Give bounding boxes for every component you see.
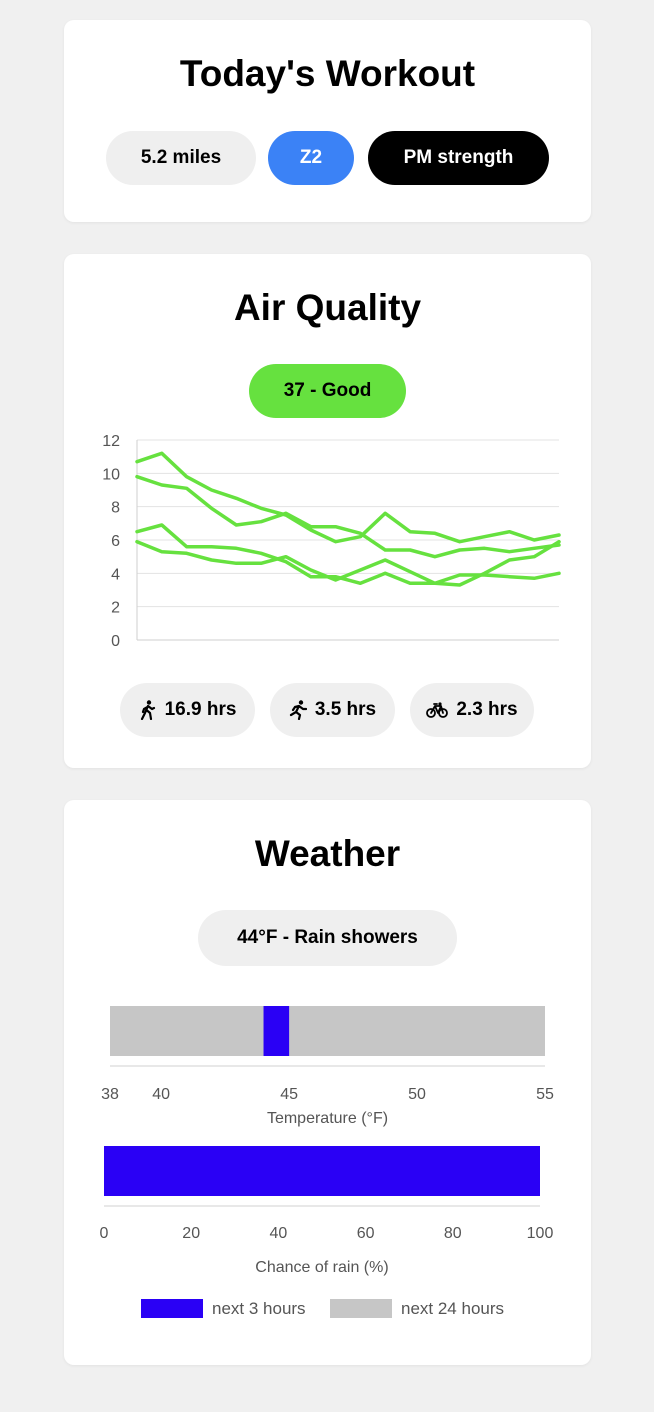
rain-ticks: 0 20 40 60 80 100 [100,1225,554,1242]
x-tick-label: 50 [408,1086,426,1103]
weather-legend: next 3 hours next 24 hours [141,1299,504,1318]
activity-walking[interactable]: 16.9 hrs [120,683,255,737]
x-tick-label: 20 [182,1225,200,1242]
aqi-y-tick-label: 8 [111,500,120,517]
aqi-series-line-2 [135,474,561,559]
weather-badge[interactable]: 44°F - Rain showers [198,910,457,966]
x-tick-label: 60 [357,1225,375,1242]
x-tick-label: 40 [152,1086,170,1103]
rain-bars [104,1146,540,1196]
legend-swatch-next-3-hours [141,1299,203,1318]
x-tick-label: 55 [536,1086,554,1103]
aqi-y-tick-label: 6 [111,533,120,550]
workout-title: Today's Workout [179,53,476,94]
bar-next-24-hours [110,1006,545,1056]
zone-pill[interactable]: Z2 [268,131,354,185]
x-tick-label: 100 [527,1225,554,1242]
x-tick-label: 38 [101,1086,119,1103]
aqi-y-tick-label: 4 [111,566,120,583]
activity-running[interactable]: 3.5 hrs [270,683,395,737]
rain-chart: 0 20 40 60 80 100 Chance of rain (%) [100,1146,554,1276]
legend-label-next-24-hours: next 24 hours [401,1299,504,1318]
strength-pill[interactable]: PM strength [368,131,549,185]
legend-label-next-3-hours: next 3 hours [212,1299,306,1318]
bar-next-3-hours [104,1146,540,1196]
aqi-y-tick-label: 12 [102,433,120,450]
x-tick-label: 40 [270,1225,288,1242]
activity-walking-label: 16.9 hrs [164,699,237,720]
running-icon [289,700,307,720]
walking-icon [139,700,157,720]
temperature-axis-title: Temperature (°F) [267,1110,388,1127]
aqi-badge[interactable]: 37 - Good [249,364,406,418]
x-tick-label: 80 [444,1225,462,1242]
temperature-ticks: 38 40 45 50 55 [101,1086,554,1103]
temperature-bars [110,1006,545,1056]
aqi-y-ticks: 0 2 4 6 8 10 12 [102,433,120,649]
workout-card: Today's Workout 5.2 miles Z2 PM strength [64,20,591,222]
temperature-chart: 38 40 45 50 55 Temperature (°F) [101,1006,554,1127]
aqi-y-tick-label: 0 [111,633,120,649]
weather-title: Weather [254,833,401,874]
rain-axis-title: Chance of rain (%) [255,1259,388,1276]
legend-swatch-next-24-hours [330,1299,392,1318]
activity-cycling[interactable]: 2.3 hrs [410,683,534,737]
activity-running-label: 3.5 hrs [314,699,377,720]
x-tick-label: 0 [100,1225,109,1242]
aqi-line-chart: 0 2 4 6 8 10 12 [102,433,561,649]
distance-pill[interactable]: 5.2 miles [106,131,256,185]
weather-card: Weather 44°F - Rain showers 38 40 45 50 55 T… [64,800,591,1365]
air-quality-title: Air Quality [233,287,422,328]
aqi-y-tick-label: 2 [111,600,120,617]
x-tick-label: 45 [280,1086,298,1103]
air-quality-card: Air Quality 37 - Good 0 2 4 6 8 10 12 16.9 hrs… [64,254,591,768]
activity-cycling-label: 2.3 hrs [456,699,518,720]
bicycle-icon [426,702,449,718]
aqi-y-tick-label: 10 [102,466,120,483]
bar-next-3-hours [263,1006,290,1056]
